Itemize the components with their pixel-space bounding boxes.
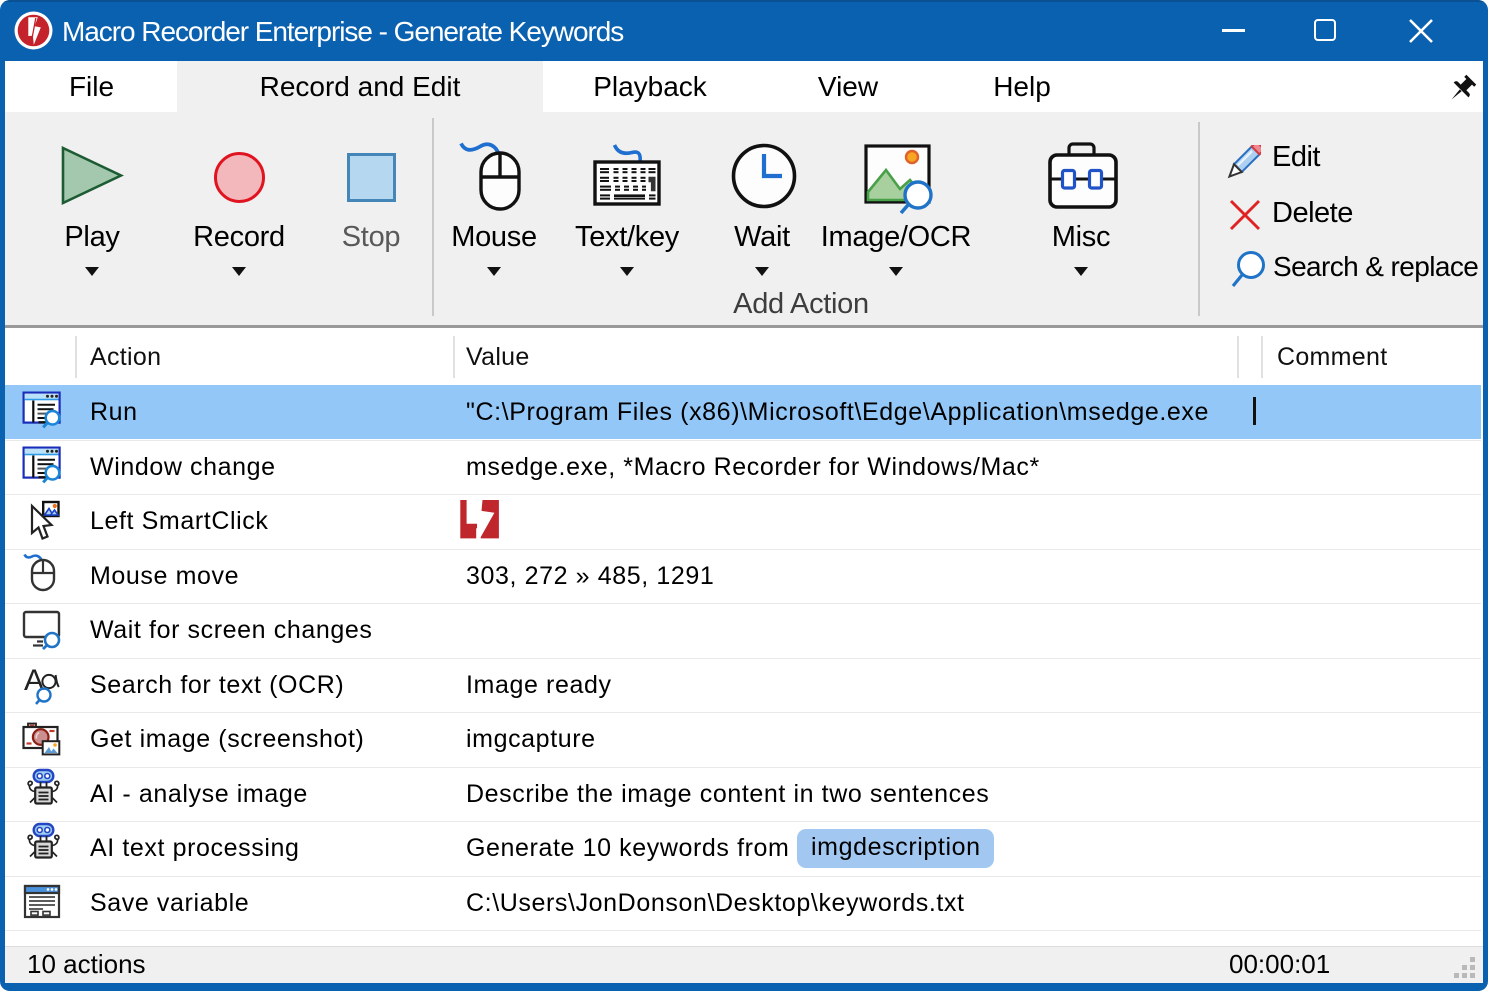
svg-text:A: A [24,665,44,697]
